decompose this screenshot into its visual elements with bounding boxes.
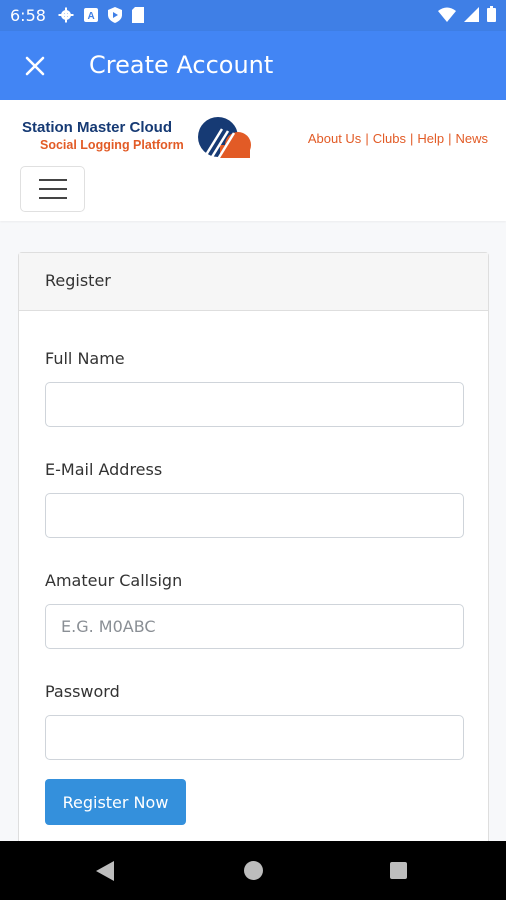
password-label: Password (45, 682, 120, 701)
help-link[interactable]: Help (417, 131, 444, 146)
callsign-label: Amateur Callsign (45, 571, 183, 590)
back-icon[interactable] (96, 861, 114, 881)
site-logo[interactable]: Station Master Cloud Social Logging Plat… (22, 115, 254, 163)
battery-icon (487, 6, 496, 22)
site-header: Station Master Cloud Social Logging Plat… (0, 100, 506, 221)
wifi-icon (438, 7, 456, 22)
app-bar: Create Account (0, 31, 506, 100)
close-button[interactable] (20, 51, 50, 81)
register-card-header: Register (19, 253, 488, 311)
system-nav-bar (0, 841, 506, 900)
close-icon (25, 56, 45, 76)
register-card: Register Full Name E-Mail Address Amateu… (18, 252, 489, 841)
logo-title: Station Master Cloud (22, 119, 173, 136)
email-input[interactable] (45, 493, 464, 538)
hamburger-menu-icon (38, 179, 67, 181)
clubs-link[interactable]: Clubs (373, 131, 406, 146)
signal-icon (464, 6, 479, 22)
callsign-input[interactable] (45, 604, 464, 649)
a-app-icon: A (84, 8, 98, 22)
svg-text:A: A (88, 11, 95, 22)
recents-icon[interactable] (390, 862, 407, 879)
news-link[interactable]: News (455, 131, 488, 146)
menu-toggle-button[interactable] (20, 166, 85, 212)
cloud-logo-icon (198, 117, 251, 160)
web-view: Station Master Cloud Social Logging Plat… (0, 100, 506, 841)
about-us-link[interactable]: About Us (308, 131, 361, 146)
status-notification-icons: A (58, 7, 144, 23)
email-label: E-Mail Address (45, 460, 163, 479)
settings-gear-icon (58, 7, 74, 23)
home-icon[interactable] (244, 861, 263, 880)
site-top-links: About Us | Clubs | Help | News (307, 131, 488, 146)
full-name-label: Full Name (45, 349, 125, 368)
password-input[interactable] (45, 715, 464, 760)
sd-card-icon (132, 7, 144, 23)
status-time: 6:58 (10, 6, 46, 25)
status-bar: 6:58 A (0, 0, 506, 31)
register-now-button[interactable]: Register Now (45, 779, 186, 825)
page-title: Create Account (89, 51, 274, 79)
full-name-input[interactable] (45, 382, 464, 427)
logo-subtitle: Social Logging Platform (40, 138, 184, 152)
shield-play-icon (108, 7, 122, 23)
status-system-icons (438, 6, 496, 22)
